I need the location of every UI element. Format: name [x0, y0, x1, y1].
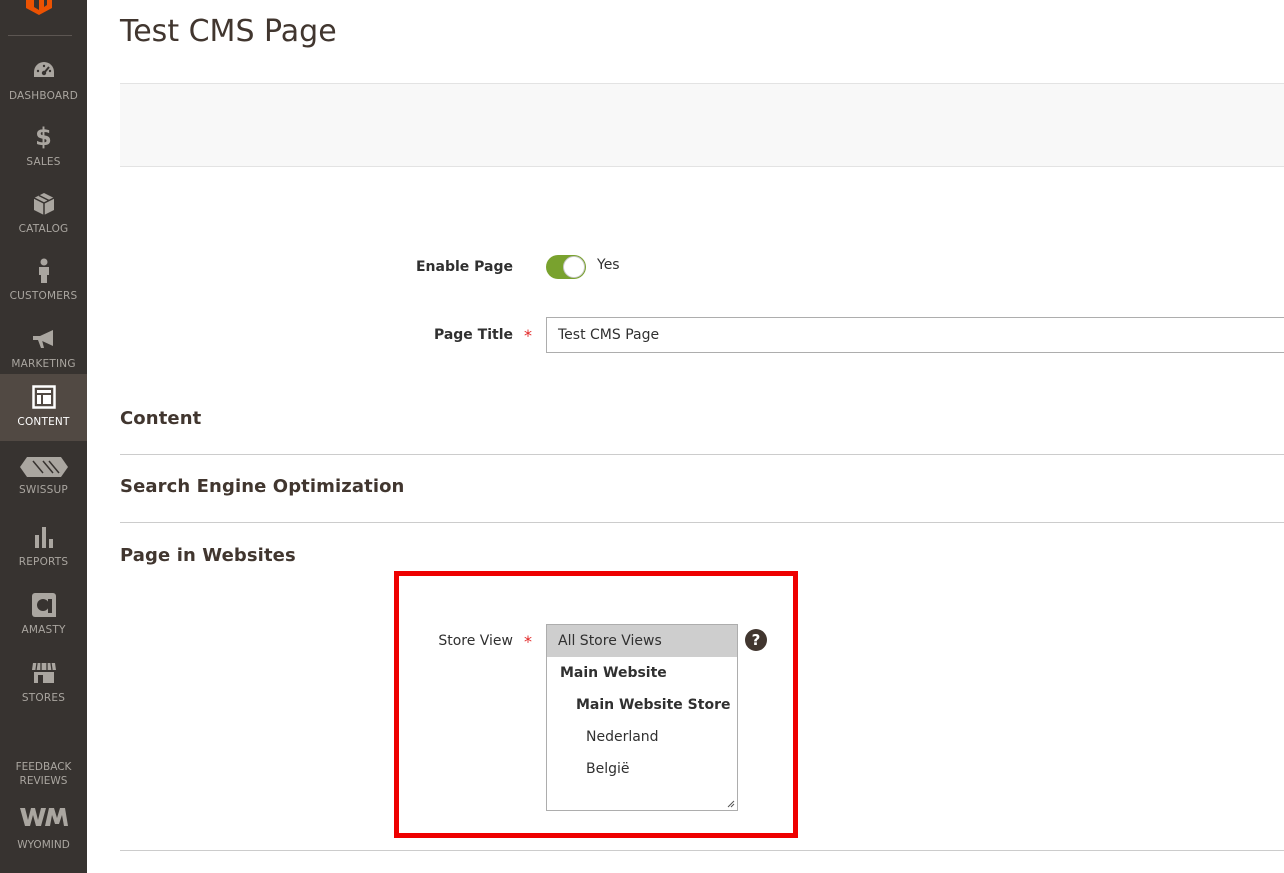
- resize-grip-icon[interactable]: [727, 800, 735, 808]
- sidebar-item-label: CONTENT: [17, 416, 70, 428]
- sidebar-item-dashboard[interactable]: DASHBOARD: [0, 48, 87, 114]
- store-view-option-main-website-store[interactable]: Main Website Store: [547, 689, 737, 721]
- sidebar-item-label: SWISSUP: [19, 484, 68, 496]
- sidebar-item-label: WYOMIND: [17, 839, 70, 851]
- sidebar-item-customers[interactable]: CUSTOMERS: [0, 248, 87, 314]
- section-divider: [120, 850, 1284, 851]
- sidebar-item-stores[interactable]: STORES: [0, 650, 87, 716]
- store-view-option-nederland[interactable]: Nederland: [547, 721, 737, 753]
- sidebar-item-label: REPORTS: [18, 556, 69, 568]
- help-icon[interactable]: ?: [745, 629, 767, 651]
- sidebar-item-catalog[interactable]: CATALOG: [0, 181, 87, 247]
- dashboard-icon: [31, 58, 57, 84]
- admin-sidebar: DASHBOARD $ SALES CATALOG CUSTOMERS MARK…: [0, 0, 87, 873]
- sidebar-item-sales[interactable]: $ SALES: [0, 114, 87, 180]
- sidebar-item-feedback-reviews[interactable]: FEEDBACK REVIEWS: [0, 760, 87, 788]
- toggle-knob: [563, 256, 585, 278]
- sidebar-item-label: CUSTOMERS: [9, 290, 78, 302]
- store-view-option-all[interactable]: All Store Views: [547, 625, 737, 657]
- section-seo[interactable]: Search Engine Optimization: [120, 476, 404, 497]
- megaphone-icon: [31, 326, 57, 352]
- wyomind-logo-icon: [19, 808, 68, 826]
- page-title: Test CMS Page: [120, 14, 337, 49]
- enable-page-value: Yes: [597, 257, 620, 273]
- reviews-label: REVIEWS: [19, 775, 68, 787]
- sidebar-item-wyomind[interactable]: WYOMIND: [0, 806, 87, 851]
- sidebar-item-label: DASHBOARD: [8, 90, 79, 102]
- dollar-icon: $: [35, 123, 52, 151]
- sidebar-item-reports[interactable]: REPORTS: [0, 514, 87, 580]
- layout-icon: [31, 384, 57, 410]
- page-title-input[interactable]: Test CMS Page: [546, 317, 1284, 353]
- sidebar-item-swissup[interactable]: SWISSUP: [0, 446, 87, 512]
- required-mark: *: [524, 326, 532, 345]
- store-view-multiselect[interactable]: All Store Views Main Website Main Websit…: [546, 624, 738, 811]
- section-page-in-websites[interactable]: Page in Websites: [120, 545, 296, 566]
- sidebar-item-marketing[interactable]: MARKETING: [0, 316, 87, 382]
- person-icon: [31, 258, 57, 284]
- sidebar-item-label: STORES: [21, 692, 66, 704]
- sidebar-item-label: AMASTY: [21, 624, 66, 636]
- section-divider: [120, 522, 1284, 523]
- store-view-option-belgie[interactable]: België: [547, 753, 737, 785]
- store-icon: [31, 660, 57, 686]
- page-title-label: Page Title: [433, 327, 513, 343]
- enable-page-label: Enable Page: [415, 259, 513, 275]
- sidebar-item-label: MARKETING: [11, 358, 76, 370]
- section-content[interactable]: Content: [120, 408, 201, 429]
- logo-divider: [8, 35, 72, 36]
- enable-page-toggle[interactable]: [546, 255, 586, 279]
- sidebar-item-label: SALES: [26, 156, 61, 168]
- required-mark: *: [524, 632, 532, 651]
- box-icon: [31, 191, 57, 217]
- amasty-icon: [31, 592, 57, 618]
- bar-chart-icon: [31, 524, 57, 550]
- sidebar-item-label: CATALOG: [18, 223, 69, 235]
- page-actions-bar: [120, 83, 1284, 167]
- sidebar-item-amasty[interactable]: AMASTY: [0, 582, 87, 648]
- section-divider: [120, 454, 1284, 455]
- magento-logo[interactable]: [0, 0, 87, 36]
- feedback-label: FEEDBACK: [15, 761, 72, 773]
- store-view-option-main-website[interactable]: Main Website: [547, 657, 737, 689]
- swissup-icon: [19, 454, 69, 480]
- sidebar-item-content[interactable]: CONTENT: [0, 374, 87, 441]
- store-view-label: Store View: [438, 633, 513, 649]
